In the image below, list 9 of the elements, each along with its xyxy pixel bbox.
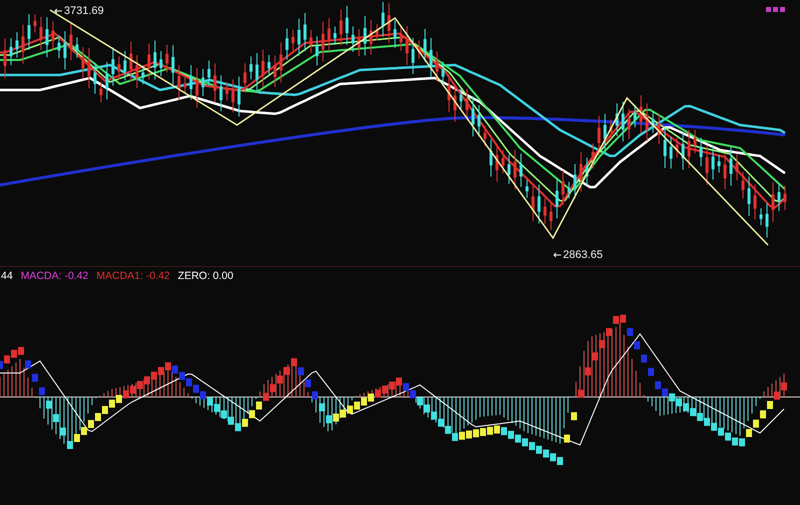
dots-icon [766,7,786,13]
legend-label: ZERO: 0.00 [178,270,234,282]
legend-label: MACDA: -0.42 [20,270,88,282]
low-price-label: 2863.65 [563,249,603,261]
arrow-icon [54,8,62,14]
legend-label: MACDA1: -0.42 [96,270,170,282]
high-price-label: 3731.69 [64,5,104,17]
arrow-icon [553,252,561,258]
legend-label: 44 [1,270,13,282]
